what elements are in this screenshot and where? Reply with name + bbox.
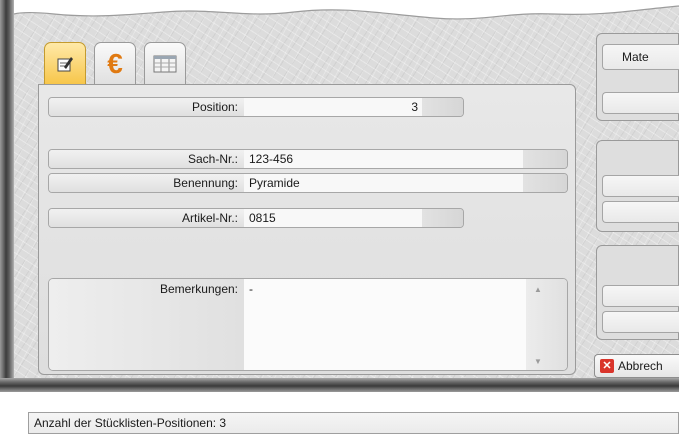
artikelnr-label: Artikel-Nr.:	[49, 209, 244, 227]
benennung-field[interactable]: Pyramide	[244, 174, 525, 192]
material-button-label: Mate	[622, 50, 649, 64]
bemerkungen-box: Bemerkungen: - ▲ ▼	[48, 278, 568, 371]
artikelnr-row: Artikel-Nr.: 0815	[48, 208, 464, 228]
cancel-button[interactable]: ✕ Abbrech	[594, 354, 679, 378]
bemerkungen-value: -	[249, 282, 253, 296]
close-icon: ✕	[600, 359, 614, 373]
benennung-row: Benennung: Pyramide	[48, 173, 568, 193]
material-button[interactable]: Mate	[602, 44, 679, 70]
position-row: Position: 3	[48, 97, 464, 117]
status-bar: Anzahl der Stücklisten-Positionen: 3	[28, 412, 679, 434]
position-field[interactable]: 3	[244, 98, 424, 116]
cancel-button-label: Abbrech	[618, 359, 663, 373]
position-value: 3	[411, 100, 418, 114]
status-text: Anzahl der Stücklisten-Positionen: 3	[34, 416, 227, 430]
dialog-top-edge	[14, 0, 679, 20]
benennung-label: Benennung:	[49, 174, 244, 192]
right-field-1[interactable]	[602, 92, 679, 114]
tab-prices[interactable]: €	[94, 42, 136, 84]
scroll-down-icon[interactable]: ▼	[534, 357, 542, 366]
right-field-2[interactable]	[602, 175, 679, 197]
edit-note-icon	[57, 56, 73, 71]
window-frame-left	[0, 0, 14, 392]
tab-table[interactable]	[144, 42, 186, 84]
right-field-5[interactable]	[602, 311, 679, 333]
artikelnr-field[interactable]: 0815	[244, 209, 424, 227]
bemerkungen-textarea[interactable]: -	[244, 279, 526, 370]
position-label: Position:	[49, 98, 244, 116]
artikelnr-row-cap	[422, 209, 463, 227]
right-field-4[interactable]	[602, 285, 679, 307]
sachnr-row-cap	[523, 150, 567, 168]
tab-edit[interactable]	[44, 42, 86, 84]
bemerkungen-scrollbar[interactable]: ▲ ▼	[526, 279, 567, 370]
right-field-3[interactable]	[602, 201, 679, 223]
sachnr-row: Sach-Nr.: 123-456	[48, 149, 568, 169]
table-view-icon	[153, 55, 177, 72]
sachnr-field[interactable]: 123-456	[244, 150, 524, 168]
window-frame-bottom	[0, 378, 679, 392]
euro-icon: €	[107, 47, 123, 79]
bemerkungen-label: Bemerkungen:	[49, 279, 244, 370]
sachnr-label: Sach-Nr.:	[49, 150, 244, 168]
benennung-row-cap	[523, 174, 567, 192]
scroll-up-icon[interactable]: ▲	[534, 285, 542, 294]
position-row-cap	[422, 98, 463, 116]
